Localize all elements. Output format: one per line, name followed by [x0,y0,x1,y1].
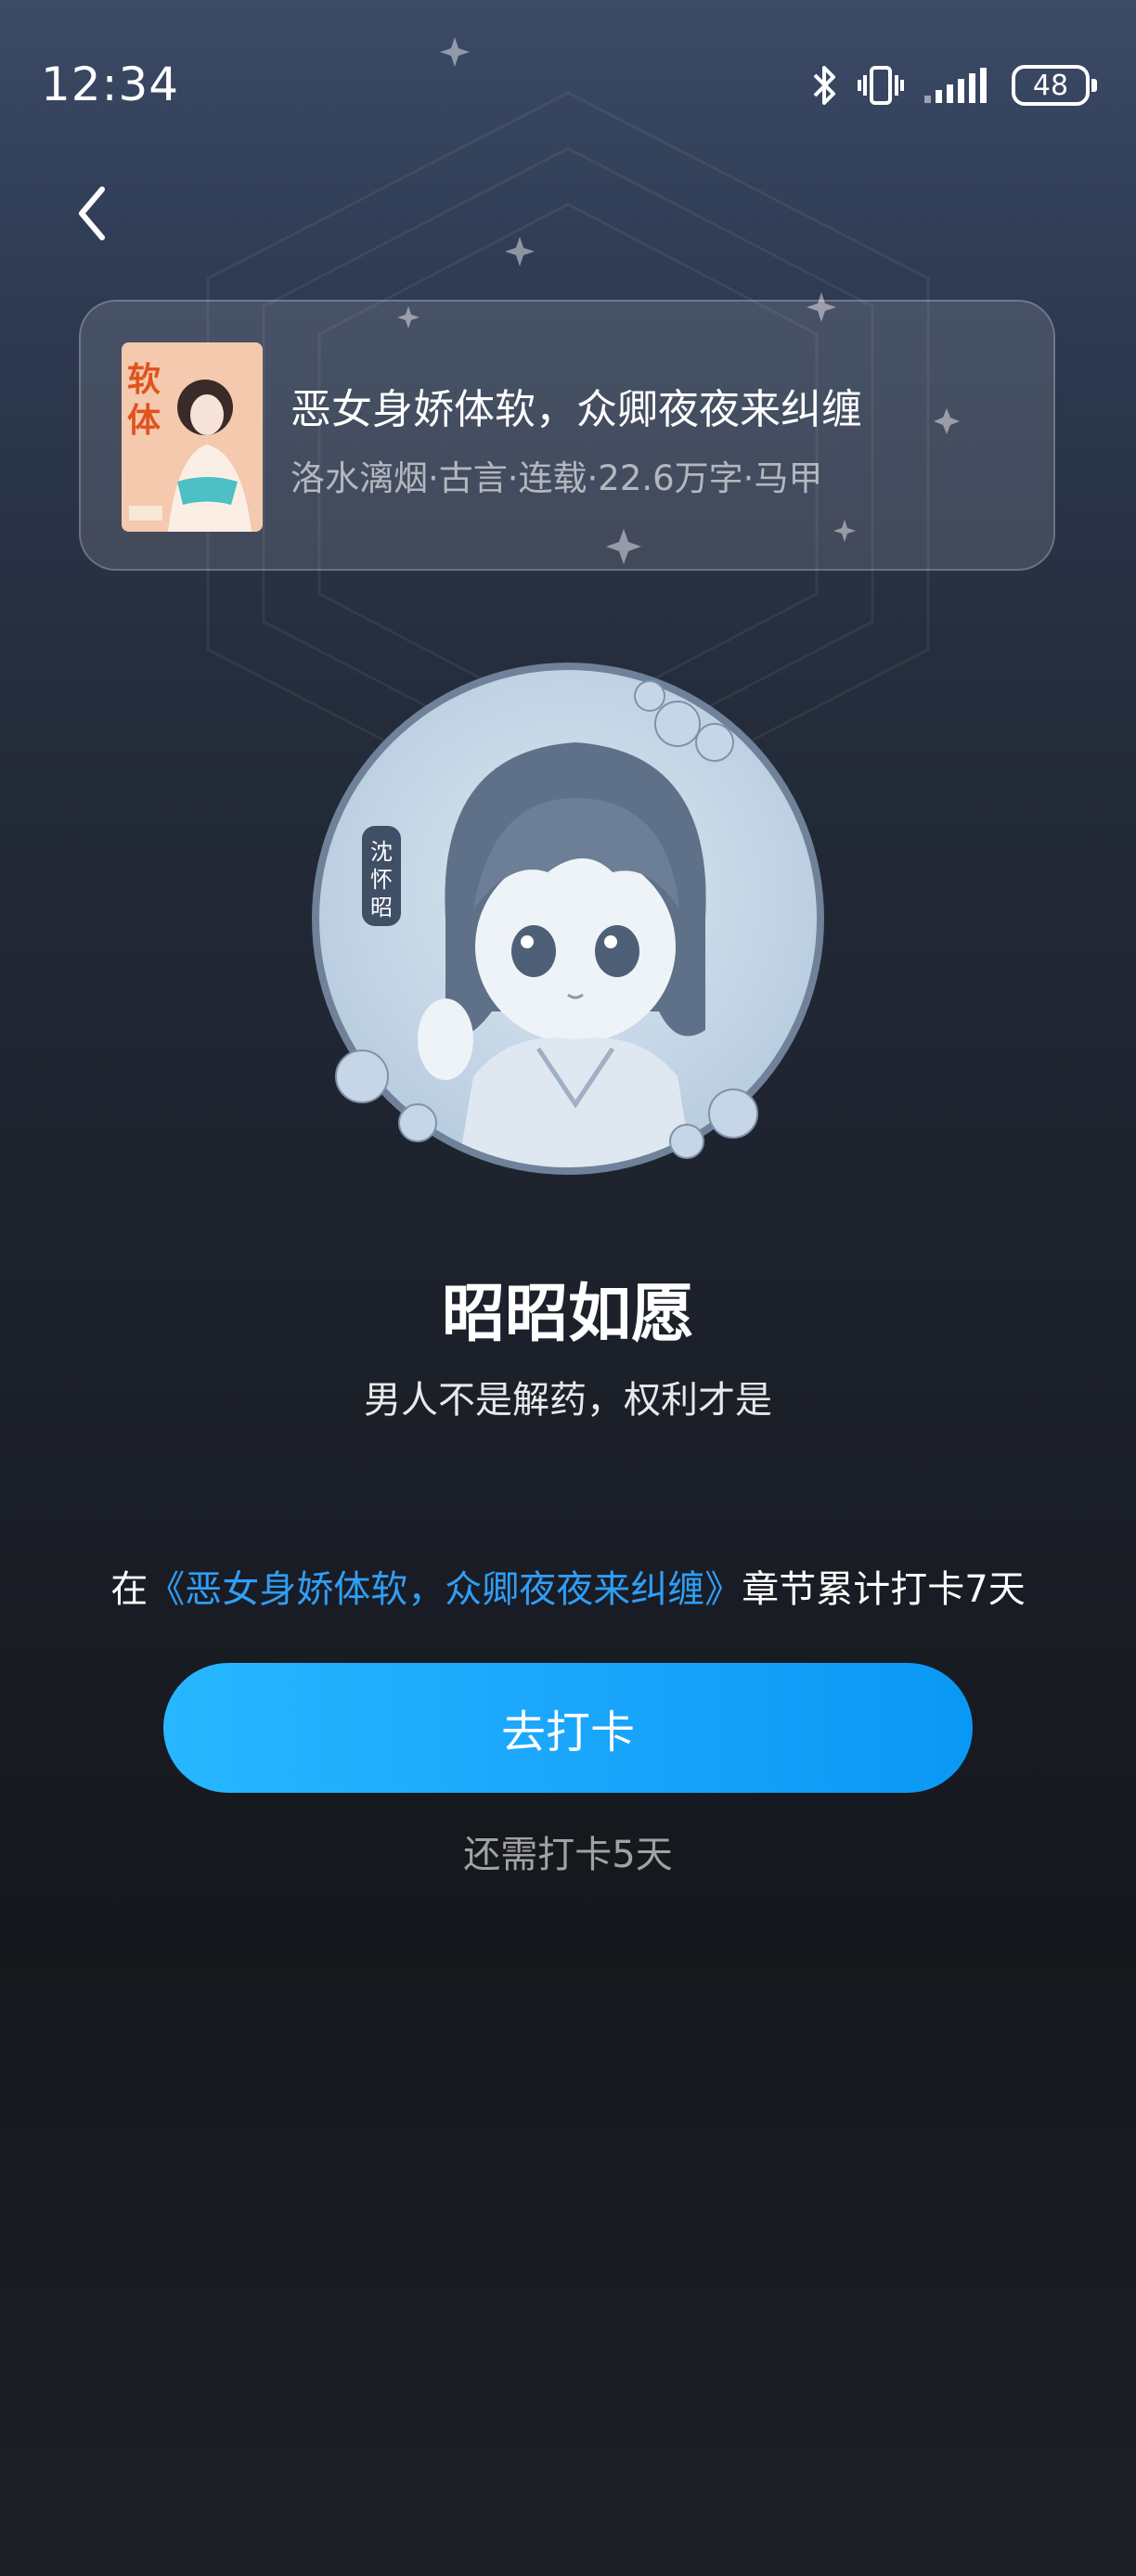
book-meta: 洛水漓烟·古言·连载·22.6万字·马甲 [290,458,823,498]
task-book-link[interactable]: 《恶女身娇体软，众卿夜夜来纠缠》 [148,1568,742,1611]
svg-text:昭: 昭 [370,895,393,921]
task-description: 在《恶女身娇体软，众卿夜夜来纠缠》章节累计打卡7天 [0,1559,1136,1613]
back-button[interactable] [59,176,124,251]
svg-text:体: 体 [127,401,161,440]
book-title: 恶女身娇体软，众卿夜夜来纠缠 [290,386,862,433]
task-suffix: 章节累计打卡7天 [742,1568,1026,1611]
svg-text:怀: 怀 [370,867,393,893]
task-prefix: 在 [110,1568,148,1611]
status-icons: 48 [811,59,1097,111]
badge-avatar-image: 沈 怀 昭 [312,663,824,1175]
vibrate-icon [858,66,904,105]
svg-text:软: 软 [127,360,161,399]
book-card[interactable]: 软 体 恶女身娇体软，众卿夜夜来纠缠 洛水漓烟·古言·连载·22.6万字·马甲 [79,300,1055,571]
badge-subtitle: 男人不是解药，权利才是 [364,1379,772,1422]
remaining-days-text: 还需打卡5天 [463,1834,673,1876]
go-checkin-button[interactable]: 去打卡 [163,1663,973,1793]
book-cover-image: 软 体 [122,342,263,532]
badge-title: 昭昭如愿 [441,1278,694,1351]
signal-icon [924,68,987,103]
chevron-left-icon [79,187,105,240]
status-time: 12:34 [41,58,180,111]
bluetooth-icon [813,66,835,105]
status-bar: 12:34 48 [0,0,1136,176]
battery-icon: 48 [1012,65,1097,106]
svg-text:沈: 沈 [370,839,393,865]
